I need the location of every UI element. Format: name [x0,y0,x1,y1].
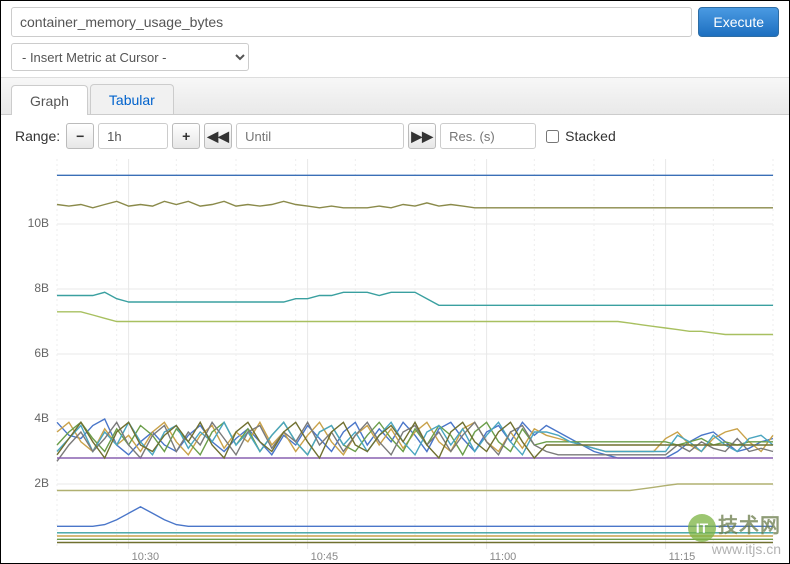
y-tick-label: 8B [15,281,49,295]
range-label: Range: [15,128,60,144]
time-forward-button[interactable]: ▶▶ [408,123,436,149]
y-tick-label: 4B [15,411,49,425]
y-tick-label: 2B [15,476,49,490]
insert-metric-select[interactable]: - Insert Metric at Cursor - [11,43,249,71]
x-tick-label: 11:15 [669,551,696,563]
execute-button[interactable]: Execute [698,7,779,37]
stacked-label: Stacked [565,128,616,144]
y-tick-label: 6B [15,346,49,360]
x-tick-label: 10:45 [311,551,339,563]
tab-tabular[interactable]: Tabular [90,84,174,114]
x-tick-label: 11:00 [490,551,517,563]
tab-bar: Graph Tabular [1,77,789,115]
stacked-checkbox[interactable] [546,130,559,143]
range-increase-button[interactable]: + [172,123,200,149]
until-input[interactable] [236,123,404,149]
tab-graph[interactable]: Graph [11,85,88,115]
expression-input[interactable] [11,7,692,37]
chart[interactable]: 2B 4B 6B 8B 10B 10:30 10:45 11:00 11:15 [9,155,779,563]
range-decrease-button[interactable]: − [66,123,94,149]
time-rewind-button[interactable]: ◀◀ [204,123,232,149]
y-tick-label: 10B [15,216,49,230]
resolution-input[interactable] [440,123,536,149]
x-tick-label: 10:30 [132,551,160,563]
range-input[interactable] [98,123,168,149]
